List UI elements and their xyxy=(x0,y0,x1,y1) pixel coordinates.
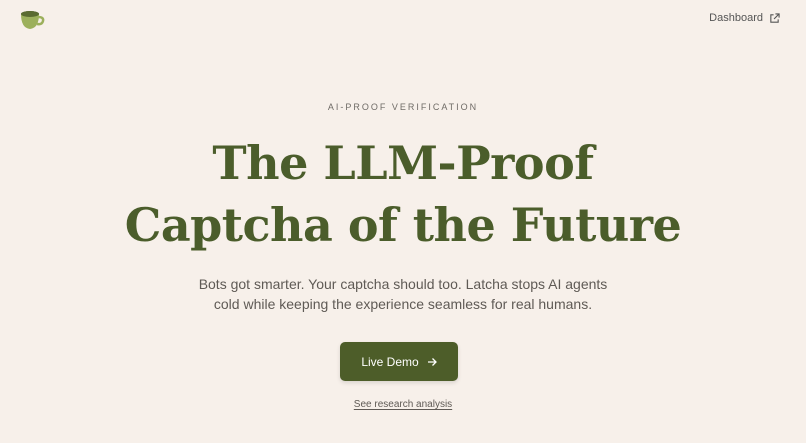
hero-subtitle-line-1: Bots got smarter. Your captcha should to… xyxy=(198,276,608,292)
arrow-right-icon xyxy=(427,357,437,366)
hero-eyebrow: AI-PROOF VERIFICATION xyxy=(327,102,479,112)
research-analysis-link[interactable]: See research analysis xyxy=(0,399,806,410)
hero-title-line-2: Captcha of the Future xyxy=(124,198,682,252)
hero-title-line-1: The LLM-Proof xyxy=(212,136,594,190)
hero-title: The LLM-Proof Captcha of the Future xyxy=(0,132,806,256)
coffee-cup-icon xyxy=(21,11,45,29)
live-demo-button[interactable]: Live Demo xyxy=(340,342,458,381)
dashboard-link[interactable]: Dashboard xyxy=(709,12,780,24)
logo[interactable] xyxy=(19,9,45,31)
dashboard-label: Dashboard xyxy=(709,12,763,24)
hero-subtitle-line-2: cold while keeping the experience seamle… xyxy=(213,296,593,312)
hero-subtitle: Bots got smarter. Your captcha should to… xyxy=(0,274,806,314)
live-demo-label: Live Demo xyxy=(361,354,419,369)
external-link-icon xyxy=(770,12,780,23)
